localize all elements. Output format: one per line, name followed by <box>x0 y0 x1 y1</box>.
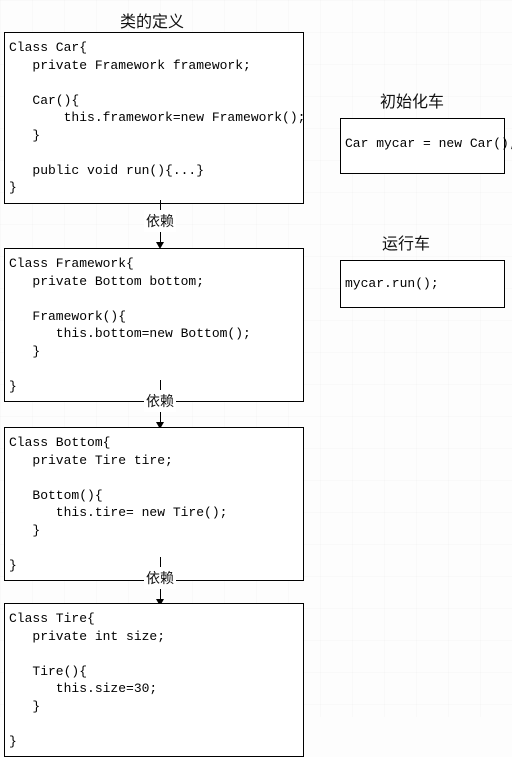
heading-init-car: 初始化车 <box>380 88 444 112</box>
heading-class-definition: 类的定义 <box>120 8 184 32</box>
connector-stem <box>160 557 161 567</box>
connector-car-framework: 依赖 <box>130 200 190 249</box>
code-box-init-car: Car mycar = new Car(); <box>340 118 505 174</box>
connector-stem <box>160 589 161 599</box>
connector-stem <box>160 412 161 422</box>
code-box-car: Class Car{ private Framework framework; … <box>4 32 304 204</box>
code-box-tire: Class Tire{ private int size; Tire(){ th… <box>4 603 304 757</box>
connector-label-depends: 依赖 <box>144 390 176 412</box>
connector-label-depends: 依赖 <box>144 210 176 232</box>
heading-run-car: 运行车 <box>382 230 430 254</box>
code-box-run-car: mycar.run(); <box>340 260 505 308</box>
connector-stem <box>160 200 161 210</box>
connector-stem <box>160 232 161 242</box>
connector-stem <box>160 380 161 390</box>
connector-bottom-tire: 依赖 <box>130 557 190 606</box>
connector-framework-bottom: 依赖 <box>130 380 190 429</box>
connector-label-depends: 依赖 <box>144 567 176 589</box>
